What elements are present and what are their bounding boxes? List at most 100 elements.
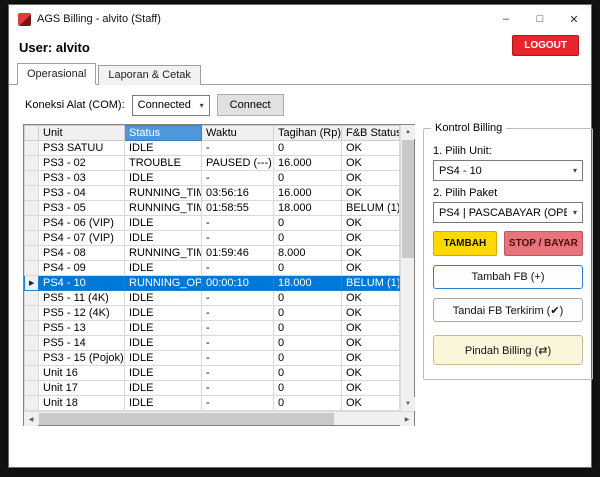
cell-waktu[interactable]: - — [202, 291, 274, 306]
cell-unit[interactable]: PS4 - 08 — [39, 246, 125, 261]
cell-waktu[interactable]: PAUSED (---) — [202, 156, 274, 171]
vertical-scroll-thumb[interactable] — [402, 140, 414, 258]
cell-fb[interactable]: OK — [342, 351, 400, 366]
table-row[interactable]: PS5 - 11 (4K)IDLE-0OK — [25, 291, 400, 306]
table-row[interactable]: PS5 - 12 (4K)IDLE-0OK — [25, 306, 400, 321]
column-header-waktu[interactable]: Waktu — [202, 126, 274, 141]
cell-tagihan[interactable]: 0 — [274, 216, 342, 231]
row-selector[interactable] — [25, 231, 39, 246]
table-row[interactable]: PS4 - 08RUNNING_TIMER01:59:468.000OK — [25, 246, 400, 261]
row-selector[interactable] — [25, 141, 39, 156]
cell-status[interactable]: IDLE — [125, 291, 202, 306]
cell-fb[interactable]: OK — [342, 171, 400, 186]
cell-waktu[interactable]: - — [202, 141, 274, 156]
cell-status[interactable]: IDLE — [125, 261, 202, 276]
row-selector[interactable] — [25, 351, 39, 366]
cell-fb[interactable]: OK — [342, 336, 400, 351]
row-selector[interactable] — [25, 291, 39, 306]
scroll-up-icon[interactable]: ▲ — [401, 125, 415, 139]
cell-waktu[interactable]: - — [202, 396, 274, 411]
column-header-tagihan[interactable]: Tagihan (Rp) — [274, 126, 342, 141]
cell-unit[interactable]: PS4 - 09 — [39, 261, 125, 276]
column-header-fb[interactable]: F&B Status — [342, 126, 400, 141]
cell-fb[interactable]: OK — [342, 156, 400, 171]
cell-unit[interactable]: PS5 - 11 (4K) — [39, 291, 125, 306]
cell-status[interactable]: IDLE — [125, 216, 202, 231]
cell-unit[interactable]: PS5 - 12 (4K) — [39, 306, 125, 321]
table-row[interactable]: PS3 - 02TROUBLEPAUSED (---)16.000OK — [25, 156, 400, 171]
cell-tagihan[interactable]: 0 — [274, 261, 342, 276]
cell-status[interactable]: RUNNING_OPEN — [125, 276, 202, 291]
tambah-button[interactable]: TAMBAH — [433, 231, 497, 256]
cell-status[interactable]: RUNNING_TIMER — [125, 201, 202, 216]
row-selector[interactable] — [25, 246, 39, 261]
cell-tagihan[interactable]: 16.000 — [274, 186, 342, 201]
cell-waktu[interactable]: - — [202, 336, 274, 351]
cell-fb[interactable]: OK — [342, 261, 400, 276]
cell-waktu[interactable]: - — [202, 351, 274, 366]
cell-unit[interactable]: PS4 - 10 — [39, 276, 125, 291]
cell-waktu[interactable]: - — [202, 231, 274, 246]
cell-fb[interactable]: OK — [342, 291, 400, 306]
tandai-fb-terkirim-button[interactable]: Tandai FB Terkirim (✔) — [433, 298, 583, 322]
tambah-fb-button[interactable]: Tambah FB (+) — [433, 265, 583, 289]
pindah-billing-button[interactable]: Pindah Billing (⇄) — [433, 335, 583, 365]
cell-tagihan[interactable]: 0 — [274, 381, 342, 396]
row-selector[interactable] — [25, 156, 39, 171]
pilih-paket-select[interactable]: PS4 | PASCABAYAR (OPEN) (Rp 6.000 / ▾ — [433, 202, 583, 223]
horizontal-scroll-thumb[interactable] — [39, 413, 334, 425]
vertical-scrollbar[interactable]: ▲ ▼ — [400, 125, 414, 411]
row-selector[interactable] — [25, 336, 39, 351]
cell-unit[interactable]: PS3 - 03 — [39, 171, 125, 186]
cell-fb[interactable]: OK — [342, 246, 400, 261]
cell-status[interactable]: IDLE — [125, 171, 202, 186]
cell-tagihan[interactable]: 0 — [274, 171, 342, 186]
cell-unit[interactable]: Unit 17 — [39, 381, 125, 396]
cell-waktu[interactable]: - — [202, 216, 274, 231]
cell-status[interactable]: IDLE — [125, 396, 202, 411]
cell-unit[interactable]: PS3 SATUU — [39, 141, 125, 156]
tab-laporan-cetak[interactable]: Laporan & Cetak — [98, 65, 201, 85]
cell-status[interactable]: IDLE — [125, 306, 202, 321]
cell-waktu[interactable]: - — [202, 171, 274, 186]
cell-unit[interactable]: PS4 - 06 (VIP) — [39, 216, 125, 231]
table-row[interactable]: PS3 - 04RUNNING_TIMER03:56:1616.000OK — [25, 186, 400, 201]
row-selector[interactable] — [25, 261, 39, 276]
cell-fb[interactable]: OK — [342, 306, 400, 321]
title-bar[interactable]: AGS Billing - alvito (Staff) – □ ✕ — [9, 5, 591, 33]
table-row[interactable]: PS3 - 03IDLE-0OK — [25, 171, 400, 186]
table-row[interactable]: Unit 18IDLE-0OK — [25, 396, 400, 411]
cell-status[interactable]: IDLE — [125, 141, 202, 156]
cell-fb[interactable]: OK — [342, 321, 400, 336]
minimize-button[interactable]: – — [489, 5, 523, 33]
cell-waktu[interactable]: 03:56:16 — [202, 186, 274, 201]
table-row[interactable]: PS4 - 06 (VIP)IDLE-0OK — [25, 216, 400, 231]
cell-waktu[interactable]: 01:59:46 — [202, 246, 274, 261]
cell-unit[interactable]: PS3 - 15 (Pojok) — [39, 351, 125, 366]
table-row[interactable]: Unit 17IDLE-0OK — [25, 381, 400, 396]
cell-tagihan[interactable]: 0 — [274, 366, 342, 381]
cell-tagihan[interactable]: 0 — [274, 396, 342, 411]
row-selector[interactable] — [25, 366, 39, 381]
pilih-unit-select[interactable]: PS4 - 10 ▾ — [433, 160, 583, 181]
cell-status[interactable]: IDLE — [125, 381, 202, 396]
cell-status[interactable]: IDLE — [125, 351, 202, 366]
current-row-indicator-icon[interactable]: ▶ — [25, 276, 39, 291]
row-selector[interactable] — [25, 396, 39, 411]
cell-waktu[interactable]: 00:00:10 — [202, 276, 274, 291]
cell-fb[interactable]: OK — [342, 141, 400, 156]
row-selector[interactable] — [25, 216, 39, 231]
row-selector[interactable] — [25, 201, 39, 216]
cell-tagihan[interactable]: 0 — [274, 291, 342, 306]
table-row[interactable]: PS4 - 07 (VIP)IDLE-0OK — [25, 231, 400, 246]
cell-fb[interactable]: OK — [342, 231, 400, 246]
cell-status[interactable]: IDLE — [125, 366, 202, 381]
cell-fb[interactable]: OK — [342, 216, 400, 231]
cell-fb[interactable]: OK — [342, 396, 400, 411]
cell-unit[interactable]: PS5 - 14 — [39, 336, 125, 351]
cell-tagihan[interactable]: 16.000 — [274, 156, 342, 171]
cell-status[interactable]: IDLE — [125, 336, 202, 351]
cell-tagihan[interactable]: 18.000 — [274, 276, 342, 291]
cell-unit[interactable]: PS3 - 04 — [39, 186, 125, 201]
logout-button[interactable]: LOGOUT — [512, 35, 579, 56]
